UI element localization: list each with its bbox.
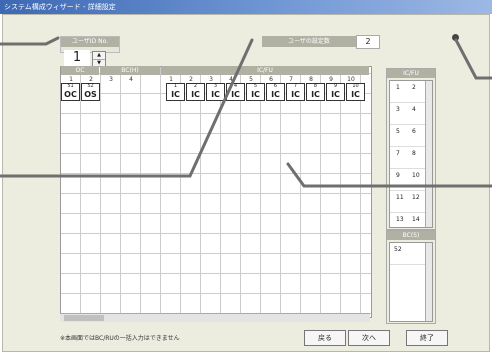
callout-line-indicator bbox=[454, 38, 492, 80]
callout-lines bbox=[0, 36, 492, 188]
callout-line-unit bbox=[0, 36, 60, 46]
callout-line-grid bbox=[286, 162, 492, 188]
callout-line-config bbox=[0, 38, 254, 178]
